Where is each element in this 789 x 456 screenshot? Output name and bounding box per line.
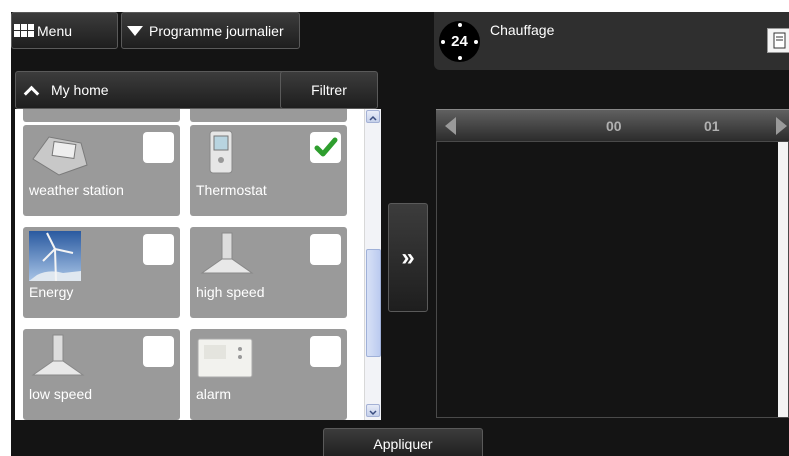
thermostat-icon <box>209 130 233 174</box>
timeline-next-icon[interactable] <box>776 117 787 135</box>
arrow-down-icon <box>369 410 377 416</box>
apply-button[interactable]: Appliquer <box>323 428 483 456</box>
program-label: Programme journalier <box>149 22 284 39</box>
range-hood-icon <box>200 232 254 274</box>
timeline-hour: 01 <box>704 118 720 134</box>
checkmark-icon <box>314 137 338 157</box>
device-name: Energy <box>29 284 74 300</box>
timeline-hour: 00 <box>606 118 622 134</box>
menu-button[interactable]: Menu <box>11 12 118 49</box>
partial-tile <box>190 109 347 122</box>
edit-icon[interactable] <box>767 28 789 53</box>
filter-button[interactable]: Filtrer <box>280 71 378 109</box>
partial-tile <box>23 109 180 122</box>
grid-menu-icon <box>14 24 34 37</box>
device-name: Thermostat <box>196 182 267 198</box>
device-checkbox[interactable] <box>310 132 341 163</box>
device-name: high speed <box>196 284 265 300</box>
chevron-up-icon <box>23 85 40 101</box>
device-checkbox[interactable] <box>143 132 174 163</box>
device-name: low speed <box>29 386 93 402</box>
scroll-thumb[interactable] <box>366 249 381 357</box>
scroll-down-button[interactable] <box>366 404 380 417</box>
device-tile-weather-station[interactable]: weather station <box>23 125 180 216</box>
device-tile-thermostat[interactable]: Thermostat <box>190 125 347 216</box>
device-tile-alarm[interactable]: alarm <box>190 329 347 420</box>
range-hood-icon <box>31 334 85 376</box>
list-scrollbar[interactable] <box>364 109 381 420</box>
device-name: alarm <box>196 386 232 402</box>
device-tile-high-speed[interactable]: high speed <box>190 227 347 318</box>
program-dropdown[interactable]: Programme journalier <box>121 12 300 49</box>
transfer-button[interactable]: » <box>388 203 428 312</box>
heating-title: Chauffage <box>490 22 555 38</box>
timeline-scrollbar[interactable] <box>778 142 788 417</box>
device-checkbox[interactable] <box>310 336 341 367</box>
device-checkbox[interactable] <box>143 336 174 367</box>
scroll-up-button[interactable] <box>366 110 380 123</box>
device-checkbox[interactable] <box>143 234 174 265</box>
double-chevron-right-icon: » <box>401 243 415 271</box>
weather-station-icon <box>32 136 88 176</box>
wind-turbine-icon <box>29 231 81 281</box>
timeline-header: 00 01 <box>436 109 789 142</box>
device-tile-low-speed[interactable]: low speed <box>23 329 180 420</box>
app-window: Menu Programme journalier My home Filtre… <box>11 12 789 456</box>
heating-header: 24 Chauffage <box>434 12 789 70</box>
device-name: weather station <box>29 182 124 198</box>
arrow-up-icon <box>369 115 377 121</box>
triangle-down-icon <box>127 25 143 36</box>
device-tile-energy[interactable]: Energy <box>23 227 180 318</box>
clock-24h-icon: 24 <box>439 21 480 62</box>
alarm-panel-icon <box>197 338 253 378</box>
apply-label: Appliquer <box>373 436 433 452</box>
group-label: My home <box>51 82 109 98</box>
timeline-prev-icon[interactable] <box>445 117 456 135</box>
menu-label: Menu <box>37 22 73 39</box>
device-checkbox[interactable] <box>310 234 341 265</box>
clock-value: 24 <box>451 33 468 50</box>
device-list: weather station Thermostat Energy high s… <box>15 109 381 420</box>
filter-label: Filtrer <box>311 82 347 98</box>
timeline-area[interactable] <box>436 141 789 418</box>
